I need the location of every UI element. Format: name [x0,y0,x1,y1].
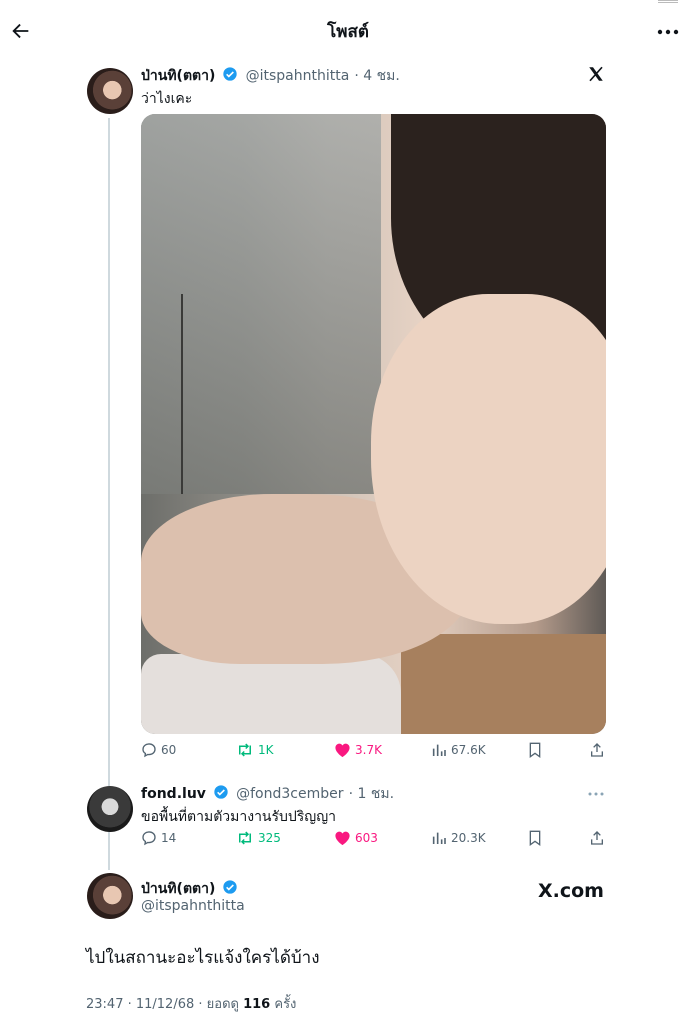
page-title: โพสต์ [327,22,369,42]
share-button[interactable] [589,742,605,758]
more-dots-icon [657,29,679,35]
repost-icon [239,831,251,845]
more-dots-icon [588,792,604,796]
verified-badge-icon [214,785,228,799]
photo-clothing [141,654,401,734]
tweet-text: ว่าไงเคะ [141,91,193,107]
heart-icon [335,743,350,758]
author-name[interactable]: ป่านทิ(ตตา) [141,68,215,84]
like-button[interactable]: 3.7K [334,742,382,758]
reply-text: ขอพื้นที่ตามตัวมางานรับปริญญา [141,809,337,825]
bookmark-button[interactable] [528,830,542,846]
share-icon [591,743,603,757]
reply-icon [142,743,156,758]
reply-header: fond.luv @fond3cember · 1 ชม. [141,783,394,805]
views-button[interactable]: 20.3K [431,830,486,846]
top-bar: โพสต์ [0,0,696,62]
repost-count: 1K [258,743,274,757]
avatar[interactable] [87,786,133,832]
post-time[interactable]: · 4 ชม. [354,68,399,84]
post-meta: 23:47 · 11/12/68 · ยอดดู 116 ครั้ง [86,993,296,1014]
photo-background [141,114,381,494]
view-count: 20.3K [451,831,486,845]
reply-actions: 14 325 603 20.3K [141,830,606,850]
reply-icon [142,831,156,846]
avatar[interactable] [87,68,133,114]
heart-icon [335,831,350,846]
avatar[interactable] [87,873,133,919]
author-name[interactable]: fond.luv [141,786,206,802]
repost-icon [239,743,251,757]
author-handle[interactable]: @fond3cember [236,786,343,802]
main-post-author: ป่านทิ(ตตา) [141,878,240,900]
bookmark-icon [529,742,541,758]
window-handle [658,0,678,3]
window-frame [181,294,183,494]
repost-count: 325 [258,831,281,845]
main-post-text: ไปในสถานะอะไรแจ้งใครได้บ้าง [86,948,320,968]
x-logo-icon [589,66,603,82]
like-count: 603 [355,831,378,845]
repost-button[interactable]: 325 [236,830,281,846]
share-icon [591,831,603,845]
reply-count: 60 [161,743,177,757]
views-chart-icon [432,744,446,756]
thread-connector-line [108,118,110,870]
views-button[interactable]: 67.6K [431,742,486,758]
tweet-header: ป่านทิ(ตตา) @itspahnthitta · 4 ชม. [141,65,400,87]
verified-badge-icon [223,880,238,894]
reply-button[interactable]: 60 [141,742,176,758]
tweet-photo[interactable] [141,114,606,734]
author-handle[interactable]: @itspahnthitta [246,68,350,84]
views-chart-icon [432,832,446,844]
share-button[interactable] [589,830,605,846]
view-count: 67.6K [451,743,486,757]
author-handle[interactable]: @itspahnthitta [141,898,245,914]
like-count: 3.7K [355,743,382,757]
x-com-logo: X.com [538,880,604,902]
more-options-button[interactable] [656,20,680,44]
reply-button[interactable]: 14 [141,830,176,846]
tweet-actions: 60 1K 3.7K 67.6K [141,742,606,762]
post-timestamp[interactable]: 23:47 · 11/12/68 · ยอดดู [86,997,239,1012]
photo-table [401,634,606,734]
bookmark-icon [529,830,541,846]
reply-count: 14 [161,831,177,845]
repost-button[interactable]: 1K [236,742,274,758]
view-unit: ครั้ง [274,997,297,1012]
reply-more-options-button[interactable] [588,784,606,798]
post-view-count: 116 [243,997,271,1012]
post-time[interactable]: · 1 ชม. [349,786,394,802]
like-button[interactable]: 603 [334,830,378,846]
verified-badge-icon [223,67,238,81]
bookmark-button[interactable] [528,742,542,758]
author-name[interactable]: ป่านทิ(ตตา) [141,881,215,897]
